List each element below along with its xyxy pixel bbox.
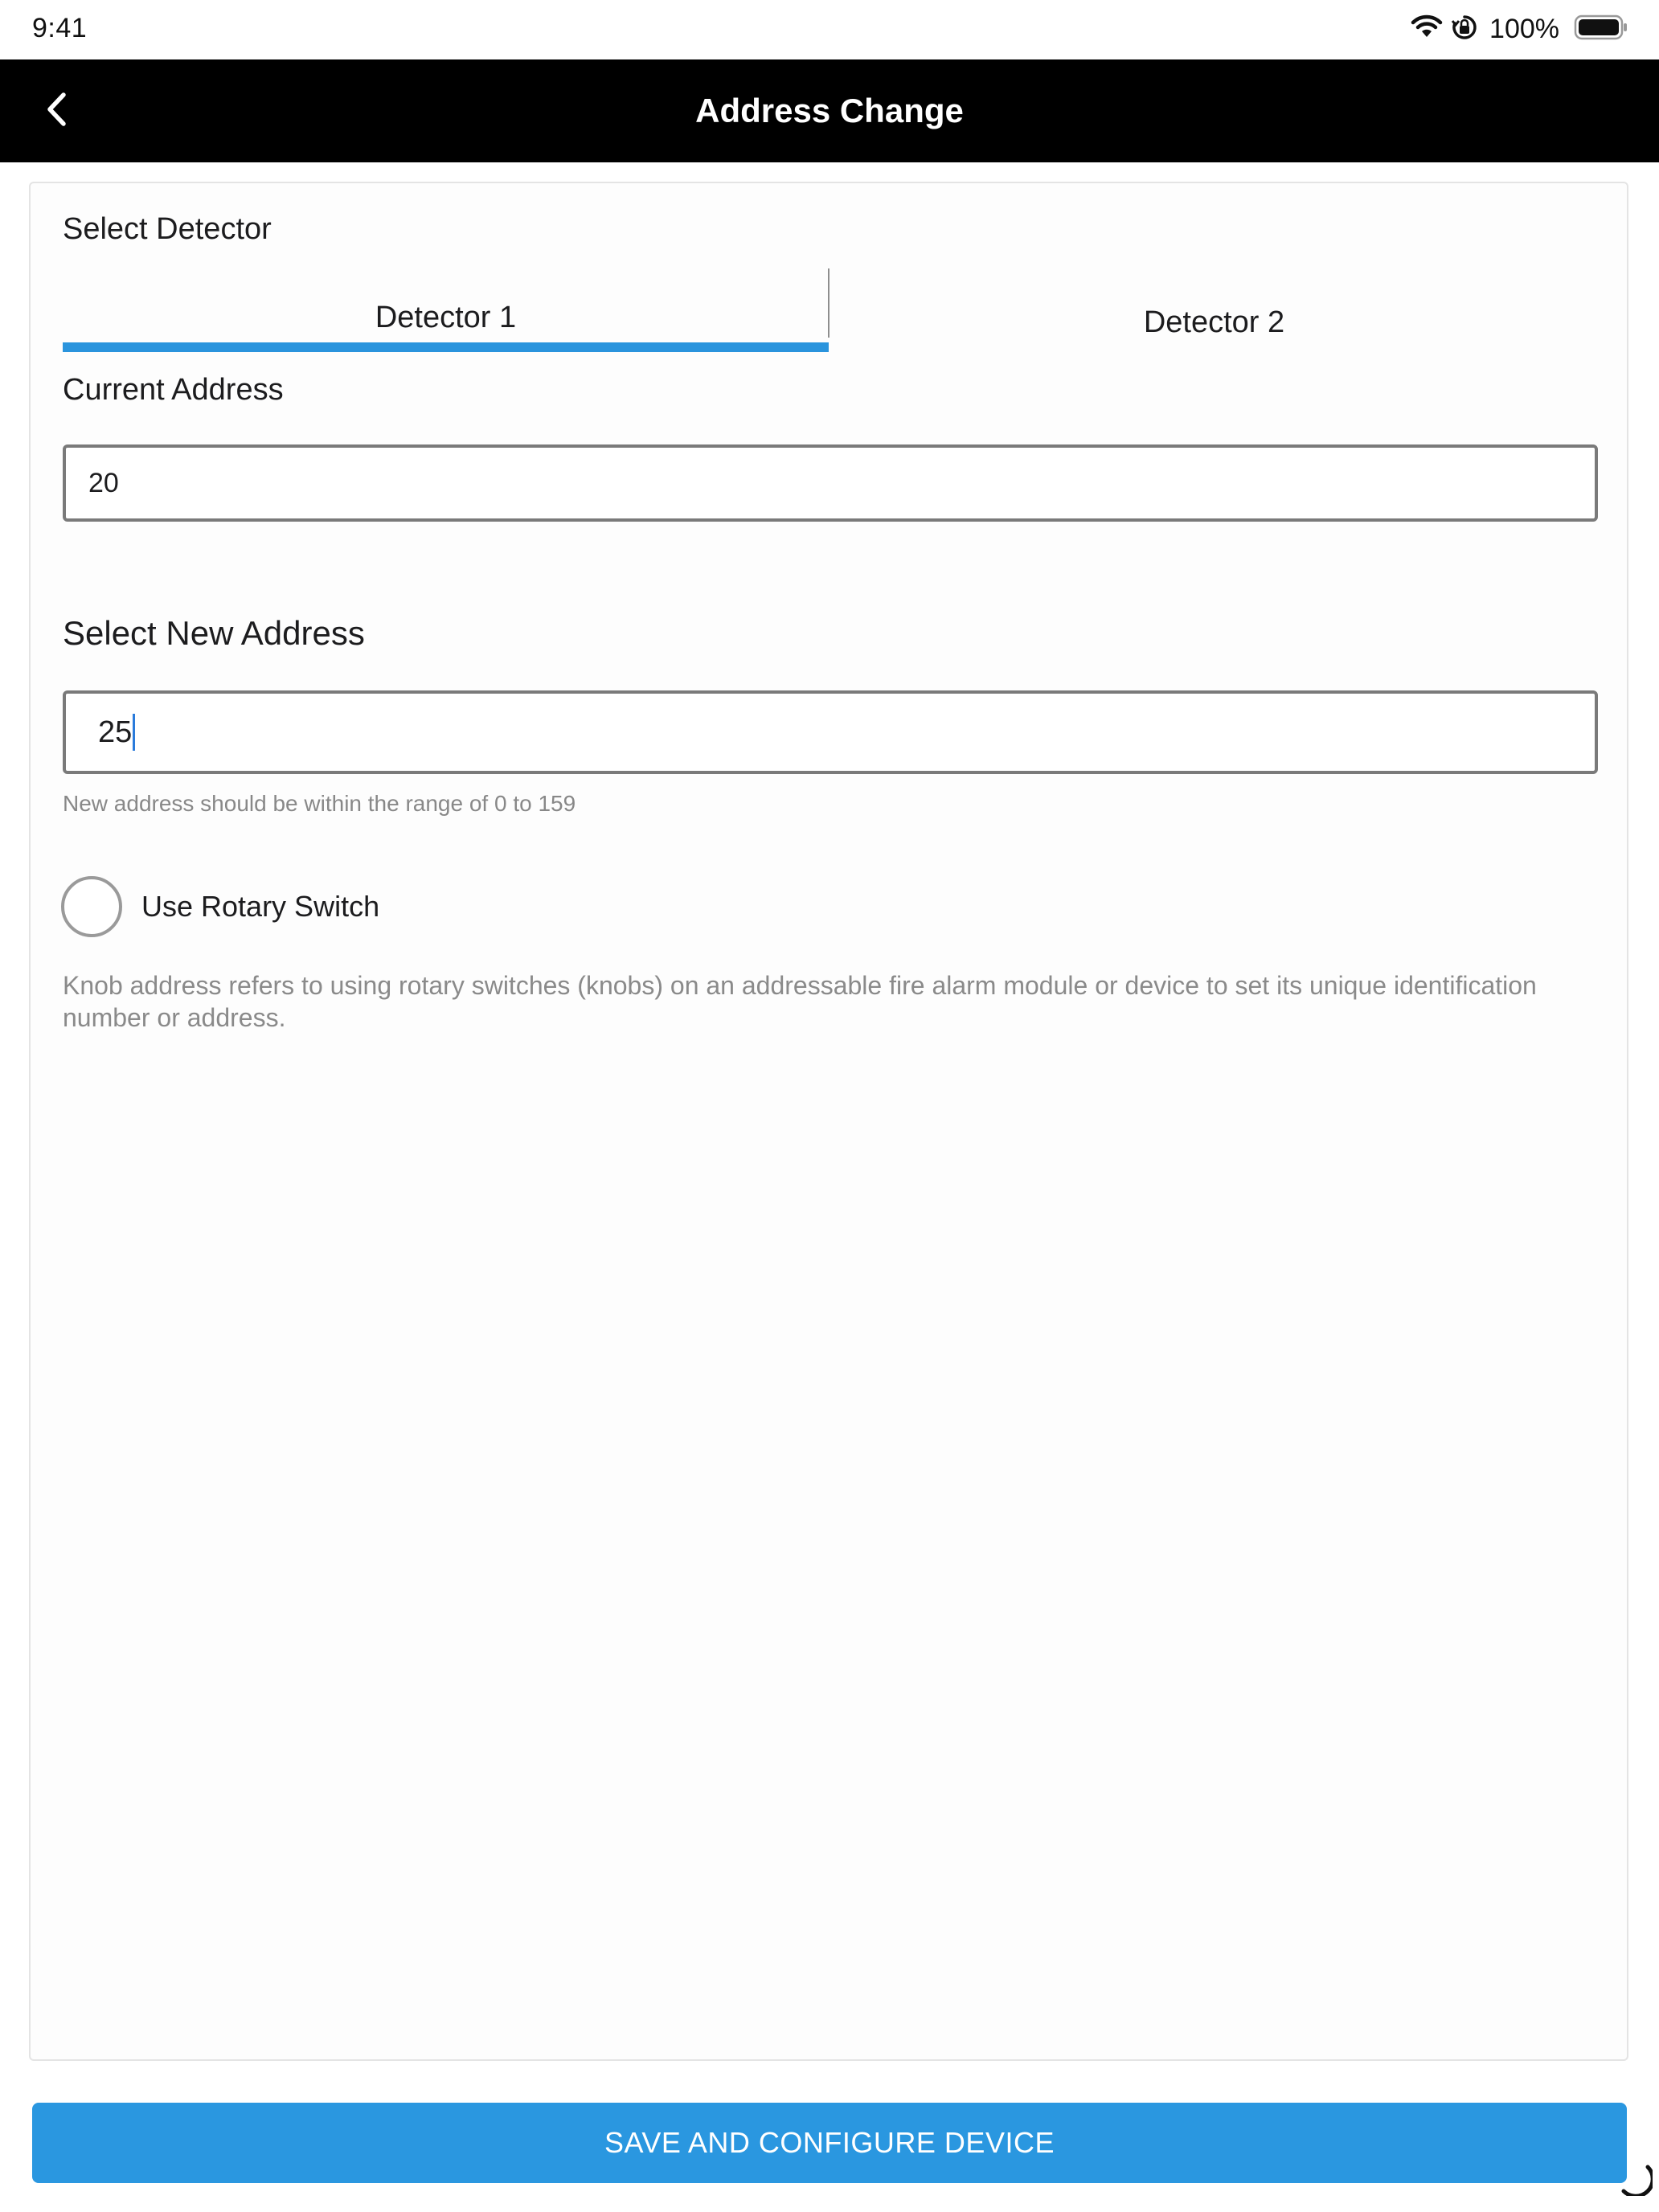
form-card: Select Detector Detector 1 Detector 2 Cu…: [29, 182, 1628, 2061]
text-cursor: [133, 714, 136, 751]
rotary-switch-radio[interactable]: [61, 876, 122, 937]
tab-selected-indicator: [63, 342, 829, 352]
status-time: 9:41: [32, 13, 88, 43]
rotary-switch-description: Knob address refers to using rotary swit…: [63, 971, 1537, 1032]
wifi-icon: [1411, 14, 1443, 44]
navigation-bar: Address Change: [0, 59, 1659, 162]
current-address-field[interactable]: 20: [63, 444, 1598, 522]
battery-icon: [1574, 14, 1628, 44]
save-configure-button[interactable]: SAVE AND CONFIGURE DEVICE: [32, 2103, 1627, 2183]
select-detector-label: Select Detector: [63, 212, 272, 246]
page-title: Address Change: [695, 92, 964, 129]
current-address-label: Current Address: [63, 373, 284, 407]
new-address-helper-text: New address should be within the range o…: [63, 791, 576, 816]
chevron-left-icon: [44, 91, 68, 132]
orientation-lock-icon: [1451, 14, 1478, 45]
status-icons: 100%: [1411, 11, 1628, 47]
new-address-label: Select New Address: [63, 614, 365, 652]
rotary-switch-label: Use Rotary Switch: [141, 890, 380, 923]
tab-divider: [828, 268, 830, 338]
status-bar: 9:41 100%: [0, 0, 1659, 59]
tab-detector-2[interactable]: Detector 2: [830, 268, 1598, 357]
new-address-input[interactable]: 25: [63, 690, 1598, 774]
loading-spinner-icon: [1616, 2159, 1655, 2198]
rotary-switch-option[interactable]: Use Rotary Switch: [61, 873, 379, 940]
current-address-value: 20: [88, 467, 119, 498]
back-button[interactable]: [27, 82, 85, 140]
battery-percent: 100%: [1489, 13, 1559, 44]
new-address-value: 25: [98, 715, 133, 749]
